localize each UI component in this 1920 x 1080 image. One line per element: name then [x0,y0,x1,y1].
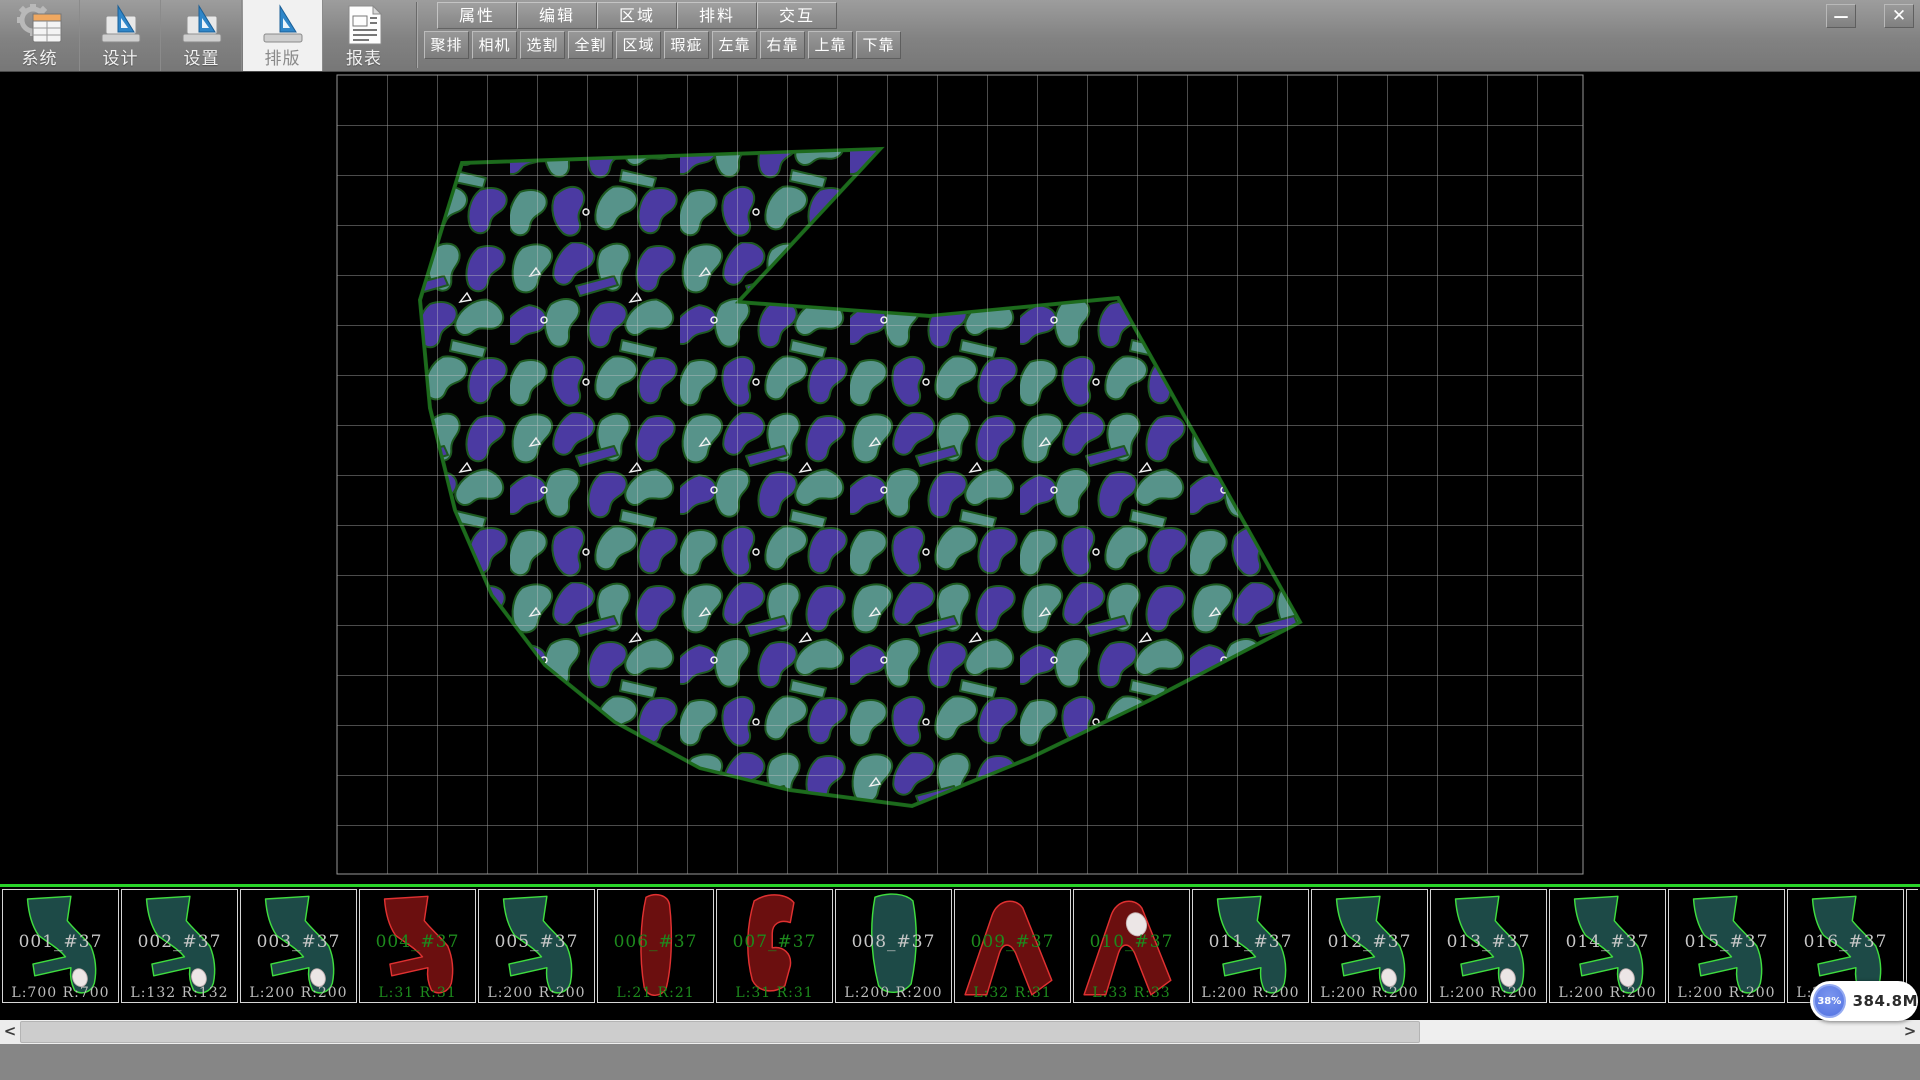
tab-nesting[interactable]: 排料 [677,2,757,29]
nav-button-layout[interactable]: 排版 [243,0,323,71]
piece-lr-count-label: L:21 R:21 [598,985,713,1001]
piece-id-label: 003_#37 [241,932,356,952]
piece-id-label: 007_#37 [717,932,832,952]
piece-id-label: 016_#37 [1788,932,1903,952]
title-toolbar: 系统 设计 设置 [0,0,1920,72]
piece-thumbnail[interactable]: 015_#37 L:200 R:200 [1668,889,1785,1003]
tab-edit[interactable]: 编辑 [517,2,597,29]
piece-id-label: 013_#37 [1431,932,1546,952]
piece-thumbnail[interactable]: 008_#37 L:200 R:200 [835,889,952,1003]
piece-id-label: 010_#37 [1074,932,1189,952]
nav-label: 系统 [0,44,79,69]
nav-button-report[interactable]: 报表 [324,0,404,71]
design-setsquare-icon [98,4,144,46]
canvas-grid [337,75,1583,874]
memory-usage-badge[interactable]: 38% 384.8M [1810,981,1918,1021]
layout-setsquare-icon [260,4,306,46]
piece-lr-count-label: L:200 R:200 [1431,985,1546,1001]
nav-label: 设计 [81,44,160,69]
piece-id-label: 002_#37 [122,932,237,952]
memory-size-label: 384.8M [1853,992,1918,1010]
tool-region[interactable]: 区域 [616,31,661,59]
tool-align-right[interactable]: 右靠 [760,31,805,59]
piece-id-label: 006_#37 [598,932,713,952]
piece-lr-count-label: L:132 R:132 [122,985,237,1001]
piece-thumbnail[interactable]: 004_#37 L:31 R:31 [359,889,476,1003]
piece-thumbnail[interactable]: 005_#37 L:200 R:200 [478,889,595,1003]
system-gear-icon [17,4,63,46]
nav-button-system[interactable]: 系统 [0,0,80,71]
tool-button-row: 聚排 相机 选割 全割 区域 瑕疵 左靠 右靠 上靠 下靠 [424,31,901,59]
piece-lr-count-label: L:700 R:700 [3,985,118,1001]
piece-thumbnail-strip: 001_#37L:700 R:700002_#37L:132 R:132003_… [0,884,1920,1014]
scroll-left-arrow-icon[interactable]: < [0,1020,20,1044]
tool-align-top[interactable]: 上靠 [808,31,853,59]
memory-percent-indicator: 38% [1813,984,1846,1018]
piece-lr-count-label: L:200 R:200 [479,985,594,1001]
piece-thumbnail[interactable]: 002_#37 L:132 R:132 [121,889,238,1003]
piece-thumbnail[interactable]: 011_#37 L:200 R:200 [1192,889,1309,1003]
nav-button-settings[interactable]: 设置 [162,0,242,71]
piece-lr-count-label: L:31 R:31 [717,985,832,1001]
piece-id-label: 009_#37 [955,932,1070,952]
piece-id-label: 011_#37 [1193,932,1308,952]
tab-region[interactable]: 区域 [597,2,677,29]
piece-id-label: 001_#37 [3,932,118,952]
piece-lr-count-label: L:200 R:200 [1193,985,1308,1001]
tool-defect[interactable]: 瑕疵 [664,31,709,59]
piece-lr-count-label: L:32 R:31 [955,985,1070,1001]
piece-id-label: 015_#37 [1669,932,1784,952]
tool-cut-all[interactable]: 全割 [568,31,613,59]
tab-properties[interactable]: 属性 [437,2,517,29]
tool-align-bottom[interactable]: 下靠 [856,31,901,59]
piece-id-label: 004_#37 [360,932,475,952]
nav-button-design[interactable]: 设计 [81,0,161,71]
piece-lr-count-label: L:31 R:31 [360,985,475,1001]
piece-thumbnail[interactable]: 013_#37 L:200 R:200 [1430,889,1547,1003]
report-document-icon [341,4,387,46]
minimize-button[interactable]: — [1826,4,1856,28]
tool-select-cut[interactable]: 选割 [520,31,565,59]
scrollbar-thumb[interactable] [20,1021,1420,1043]
piece-lr-count-label: L:200 R:200 [1669,985,1784,1001]
nav-label: 报表 [324,44,404,69]
scroll-right-arrow-icon[interactable]: > [1900,1020,1920,1044]
piece-thumbnail[interactable]: 007_#37 L:31 R:31 [716,889,833,1003]
piece-lr-count-label: L:200 R:200 [241,985,356,1001]
menu-tab-row: 属性 编辑 区域 排料 交互 [437,2,837,29]
toolbar-divider [416,2,418,68]
nav-label: 排版 [243,44,322,69]
piece-thumbnail[interactable]: 009_#37 L:32 R:31 [954,889,1071,1003]
piece-thumbnail[interactable]: 014_#37 L:200 R:200 [1549,889,1666,1003]
nesting-drawing [0,72,1920,884]
app-window: 系统 设计 设置 [0,0,1920,1080]
piece-thumbnail[interactable]: 006_#37 L:21 R:21 [597,889,714,1003]
piece-lr-count-label: L:200 R:200 [1550,985,1665,1001]
piece-thumbnail[interactable]: 003_#37 L:200 R:200 [240,889,357,1003]
nesting-canvas[interactable] [0,72,1920,884]
tab-interactive[interactable]: 交互 [757,2,837,29]
status-bar [0,1044,1920,1080]
piece-lr-count-label: L:200 R:200 [836,985,951,1001]
tool-align-left[interactable]: 左靠 [712,31,757,59]
piece-id-label: 014_#37 [1550,932,1665,952]
nav-label: 设置 [162,44,241,69]
piece-thumbnail[interactable]: 001_#37 L:700 R:700 [2,889,119,1003]
tool-camera[interactable]: 相机 [472,31,517,59]
piece-thumbnail[interactable]: 012_#37 L:200 R:200 [1311,889,1428,1003]
piece-id-label: 008_#37 [836,932,951,952]
piece-id-label: 005_#37 [479,932,594,952]
horizontal-scrollbar[interactable]: < > [0,1020,1920,1044]
settings-setsquare-icon [179,4,225,46]
piece-lr-count-label: L:33 R:33 [1074,985,1189,1001]
piece-lr-count-label: L:200 R:200 [1312,985,1427,1001]
piece-thumbnail[interactable]: 010_#37 L:33 R:33 [1073,889,1190,1003]
close-button[interactable]: ✕ [1884,4,1914,28]
tool-cluster-nest[interactable]: 聚排 [424,31,469,59]
piece-id-label: 012_#37 [1312,932,1427,952]
